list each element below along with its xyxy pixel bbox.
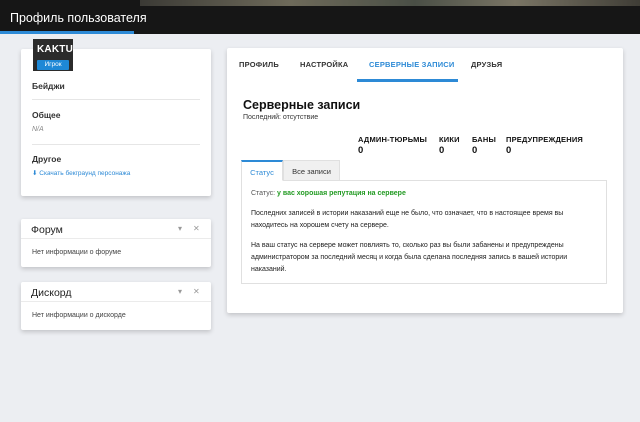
forum-widget-header: Форум ▾ ✕ — [21, 219, 211, 239]
header-banner-image — [140, 0, 640, 6]
status-label: Статус: — [251, 190, 276, 197]
general-value: N/A — [32, 126, 44, 133]
status-value: у вас хорошая репутация на сервере — [277, 190, 406, 197]
stat-label-bans: БАНЫ — [472, 135, 497, 144]
discord-widget-header: Дискорд ▾ ✕ — [21, 282, 211, 302]
main-panel: ПРОФИЛЬ НАСТРОЙКА СЕРВЕРНЫЕ ЗАПИСИ ДРУЗЬ… — [227, 48, 623, 313]
divider — [32, 144, 200, 145]
records-paragraph-2: На ваш статус на сервере может повлиять … — [251, 242, 568, 273]
forum-widget-body: Нет информации о форуме — [32, 249, 122, 256]
stat-label-kicks: КИКИ — [439, 135, 460, 144]
stat-value-bans: 0 — [472, 145, 478, 156]
other-heading: Другое — [32, 154, 62, 164]
stat-label-warnings: ПРЕДУПРЕЖДЕНИЯ — [506, 135, 584, 144]
profile-tabs: ПРОФИЛЬ НАСТРОЙКА СЕРВЕРНЫЕ ЗАПИСИ ДРУЗЬ… — [227, 48, 623, 82]
stat-value-jail: 0 — [358, 145, 364, 156]
tab-server-records[interactable]: СЕРВЕРНЫЕ ЗАПИСИ — [369, 60, 455, 69]
page-title: Профиль пользователя — [10, 11, 147, 25]
subtab-status[interactable]: Статус — [241, 160, 283, 181]
close-icon[interactable]: ✕ — [193, 224, 200, 233]
stat-value-warnings: 0 — [506, 145, 512, 156]
discord-widget: Дискорд ▾ ✕ Нет информации о дискорде — [21, 282, 211, 330]
download-icon: ⬇ — [32, 170, 38, 177]
badges-heading: Бейджи — [32, 81, 65, 91]
avatar[interactable]: KAKTU Игрок — [33, 39, 73, 71]
tab-friends[interactable]: ДРУЗЬЯ — [471, 60, 502, 69]
profile-card: Бейджи Общее N/A Другое ⬇ Скачать бекгра… — [21, 49, 211, 196]
nickname: KAKTU — [37, 44, 73, 55]
download-background-link[interactable]: ⬇ Скачать бекграунд персонажа — [32, 169, 130, 177]
records-paragraph-1: Последних записей в истории наказаний ещ… — [251, 210, 564, 229]
forum-widget: Форум ▾ ✕ Нет информации о форуме — [21, 219, 211, 267]
discord-widget-title: Дискорд — [31, 287, 72, 299]
active-tab-indicator — [357, 79, 458, 82]
records-title: Серверные записи — [243, 98, 361, 112]
top-header: Профиль пользователя — [0, 0, 640, 34]
records-last: Последний: отсутствие — [243, 114, 319, 121]
stat-value-kicks: 0 — [439, 145, 445, 156]
divider — [32, 99, 200, 100]
header-accent-bar — [0, 31, 134, 34]
close-icon[interactable]: ✕ — [193, 287, 200, 296]
tab-profile[interactable]: ПРОФИЛЬ — [239, 60, 279, 69]
role-badge: Игрок — [37, 60, 69, 70]
chevron-down-icon[interactable]: ▾ — [178, 224, 182, 233]
general-heading: Общее — [32, 110, 61, 120]
chevron-down-icon[interactable]: ▾ — [178, 287, 182, 296]
subtab-all-records[interactable]: Все записи — [283, 160, 340, 181]
forum-widget-title: Форум — [31, 224, 63, 236]
status-line: Статус: у вас хорошая репутация на серве… — [251, 190, 406, 197]
tab-settings[interactable]: НАСТРОЙКА — [300, 60, 348, 69]
status-panel: Статус: у вас хорошая репутация на серве… — [241, 180, 607, 284]
stat-label-jail: АДМИН-ТЮРЬМЫ — [358, 135, 428, 144]
discord-widget-body: Нет информации о дискорде — [32, 312, 126, 319]
